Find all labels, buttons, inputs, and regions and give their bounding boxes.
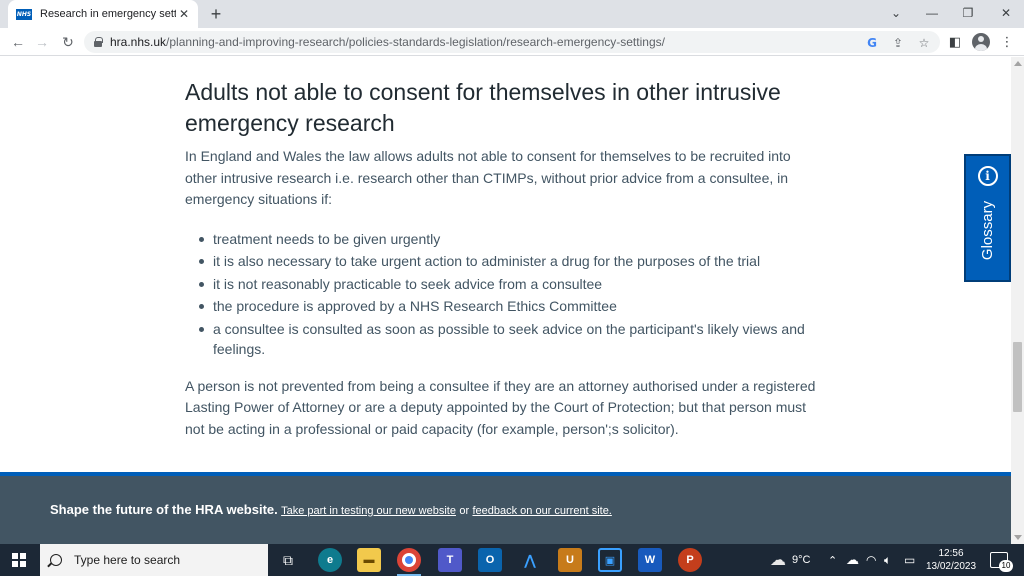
list-item: it is also necessary to take urgent acti…: [195, 251, 825, 272]
list-item: it is not reasonably practicable to seek…: [195, 274, 825, 295]
tray-chevron-icon[interactable]: ⌃: [828, 544, 837, 576]
app-u-icon[interactable]: U: [558, 548, 582, 572]
menu-kebab-icon[interactable]: ⋮: [998, 33, 1016, 51]
feedback-link[interactable]: feedback on our current site.: [472, 505, 611, 517]
windows-taskbar: Type here to search ⧉ e ▬ T O ⋀ U ▣ W P …: [0, 544, 1024, 576]
forward-icon[interactable]: →: [32, 32, 52, 52]
glossary-button[interactable]: i Glossary: [964, 154, 1011, 282]
bookmark-star-icon[interactable]: ☆: [916, 35, 932, 51]
tab-search-chevron-icon[interactable]: ⌄: [884, 4, 908, 22]
wifi-icon[interactable]: ◠: [866, 544, 876, 576]
lock-icon[interactable]: [94, 37, 103, 47]
taskbar-search-input[interactable]: Type here to search: [40, 544, 268, 576]
notification-count-badge: 10: [999, 560, 1013, 572]
minimize-icon[interactable]: —: [920, 4, 944, 22]
feedback-lead: Shape the future of the HRA website.: [50, 502, 278, 517]
page-viewport: Adults not able to consent for themselve…: [0, 57, 1011, 544]
address-bar[interactable]: hra.nhs.uk/planning-and-improving-resear…: [84, 31, 940, 53]
section-heading: Adults not able to consent for themselve…: [185, 79, 781, 136]
page-scrollbar[interactable]: [1011, 57, 1024, 544]
profile-avatar-icon[interactable]: [972, 33, 990, 51]
weather-cloud-icon: ☁: [770, 552, 786, 569]
glossary-label: Glossary: [979, 200, 996, 261]
tab-title: Research in emergency settings: [40, 8, 176, 20]
list-item: the procedure is approved by a NHS Resea…: [195, 296, 825, 317]
conditions-list: treatment needs to be given urgently it …: [195, 229, 825, 360]
vpn-icon[interactable]: ⋀: [518, 548, 542, 572]
scroll-up-icon[interactable]: [1014, 61, 1022, 66]
chrome-icon[interactable]: [397, 548, 421, 572]
browser-tab[interactable]: NHS Research in emergency settings ✕: [8, 0, 198, 28]
task-view-icon[interactable]: ⧉: [276, 548, 300, 572]
weather-temp: 9°C: [792, 554, 811, 566]
info-icon: i: [977, 166, 998, 186]
edge-icon[interactable]: e: [318, 548, 342, 572]
outlook-icon[interactable]: O: [478, 548, 502, 572]
teams-icon[interactable]: T: [438, 548, 462, 572]
google-icon[interactable]: G: [864, 35, 880, 51]
feedback-connector: or: [459, 505, 470, 517]
share-icon[interactable]: ⇪: [890, 35, 906, 51]
weather-widget[interactable]: ☁ 9°C: [770, 544, 810, 576]
article-content: Adults not able to consent for themselve…: [185, 77, 825, 440]
intro-paragraph: In England and Wales the law allows adul…: [185, 148, 791, 207]
feedback-text: Shape the future of the HRA website. Tak…: [50, 502, 612, 517]
side-panel-icon[interactable]: ◧: [946, 33, 964, 51]
clock-date: 13/02/2023: [925, 561, 977, 572]
powerpoint-icon[interactable]: P: [678, 548, 702, 572]
nhs-favicon-icon: NHS: [16, 8, 32, 20]
back-icon[interactable]: ←: [8, 32, 28, 52]
volume-icon[interactable]: 🔈︎: [884, 544, 891, 576]
word-icon[interactable]: W: [638, 548, 662, 572]
browser-toolbar: ← → ↻ hra.nhs.uk/planning-and-improving-…: [0, 28, 1024, 56]
search-placeholder: Type here to search: [74, 553, 181, 567]
url-domain: hra.nhs.uk: [110, 35, 167, 49]
clock-time: 12:56: [938, 548, 964, 559]
url-text[interactable]: hra.nhs.uk/planning-and-improving-resear…: [110, 35, 665, 49]
scroll-down-icon[interactable]: [1014, 535, 1022, 540]
close-tab-icon[interactable]: ✕: [176, 7, 192, 21]
closing-paragraph: A person is not prevented from being a c…: [185, 377, 816, 437]
url-path: /planning-and-improving-research/policie…: [166, 35, 665, 49]
restore-icon[interactable]: ❐: [956, 4, 980, 22]
scroll-thumb[interactable]: [1013, 342, 1022, 412]
app-shield-icon[interactable]: ▣: [598, 548, 622, 572]
windows-start-icon[interactable]: [12, 553, 26, 567]
list-item: a consultee is consulted as soon as poss…: [195, 319, 825, 360]
list-item: treatment needs to be given urgently: [195, 229, 825, 250]
onedrive-icon[interactable]: ☁: [846, 544, 859, 576]
reload-icon[interactable]: ↻: [58, 32, 78, 52]
file-explorer-icon[interactable]: ▬: [357, 548, 381, 572]
battery-icon[interactable]: ▭: [904, 544, 915, 576]
close-window-icon[interactable]: ✕: [994, 4, 1018, 22]
feedback-banner: Shape the future of the HRA website. Tak…: [0, 476, 1011, 544]
new-tab-icon[interactable]: +: [206, 4, 226, 24]
search-icon: [50, 554, 62, 566]
system-clock[interactable]: 12:56 13/02/2023: [920, 547, 982, 573]
tab-strip: NHS Research in emergency settings ✕ + ⌄…: [0, 0, 1024, 28]
testing-link[interactable]: Take part in testing our new website: [281, 505, 456, 517]
